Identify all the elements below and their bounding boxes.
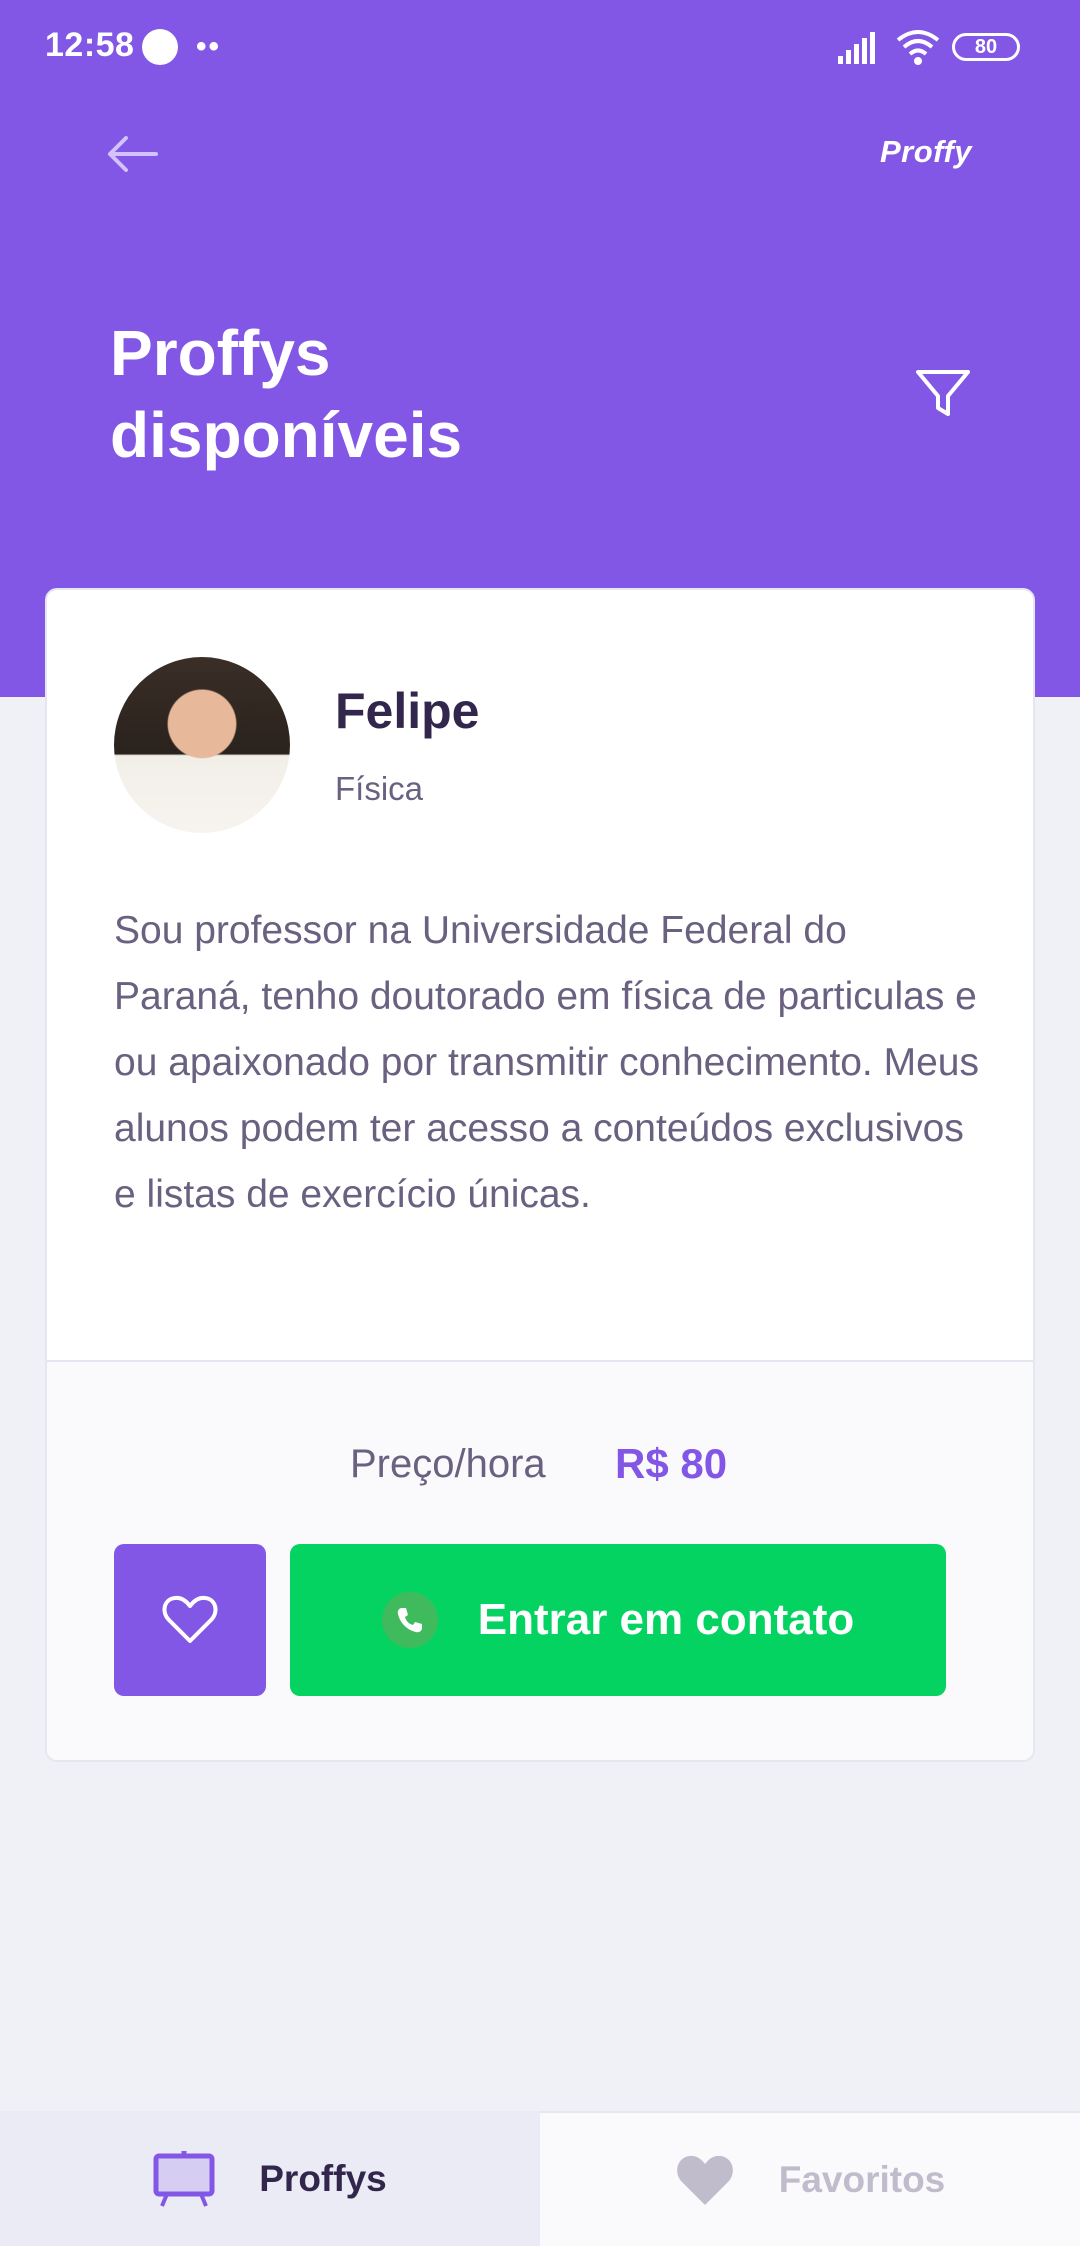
tab-proffys-label: Proffys [259, 2157, 387, 2199]
back-button[interactable] [100, 128, 170, 180]
filter-button[interactable] [910, 360, 976, 426]
more-notifications-icon: •• [196, 30, 222, 63]
status-time: 12:58 [45, 26, 135, 64]
arrow-left-icon [108, 136, 158, 172]
easel-icon [153, 2150, 215, 2208]
favorite-button[interactable] [114, 1544, 266, 1696]
tab-proffys[interactable]: Proffys [0, 2111, 540, 2246]
card-footer: Preço/hora R$ 80 Entrar em contato [47, 1360, 1033, 1760]
page-title: Proffys disponíveis [110, 312, 630, 476]
tab-favoritos[interactable]: Favoritos [540, 2111, 1080, 2246]
whatsapp-icon [381, 1592, 438, 1648]
price-label: Preço/hora [350, 1442, 546, 1486]
teacher-name: Felipe [335, 683, 480, 739]
battery-icon: 80 [952, 33, 1020, 61]
bottom-tab-bar: Proffys Favoritos [0, 2111, 1080, 2246]
teacher-card: Felipe Física Sou professor na Universid… [45, 588, 1035, 1762]
teacher-subject: Física [335, 770, 424, 807]
wifi-icon [896, 28, 940, 71]
app-screen: 12:58 •• 80 Proffy Proffys disponíveis F… [0, 0, 1080, 2246]
heart-outline-icon [162, 1595, 218, 1643]
avatar [114, 657, 290, 833]
tab-favoritos-label: Favoritos [778, 2158, 946, 2200]
heart-icon [675, 2153, 735, 2207]
contact-button-label: Entrar em contato [477, 1595, 855, 1644]
app-notification-icon [142, 29, 178, 65]
filter-icon [916, 370, 970, 416]
price-value: R$ 80 [615, 1440, 728, 1487]
page-title-line-2: disponíveis [110, 399, 463, 471]
signal-icon [836, 30, 880, 71]
contact-button[interactable]: Entrar em contato [290, 1544, 946, 1696]
page-title-line-1: Proffys [110, 317, 331, 389]
teacher-bio: Sou professor na Universidade Federal do… [114, 909, 979, 1216]
status-bar: 12:58 •• 80 [0, 0, 1080, 96]
brand-logo: Proffy [880, 134, 973, 169]
